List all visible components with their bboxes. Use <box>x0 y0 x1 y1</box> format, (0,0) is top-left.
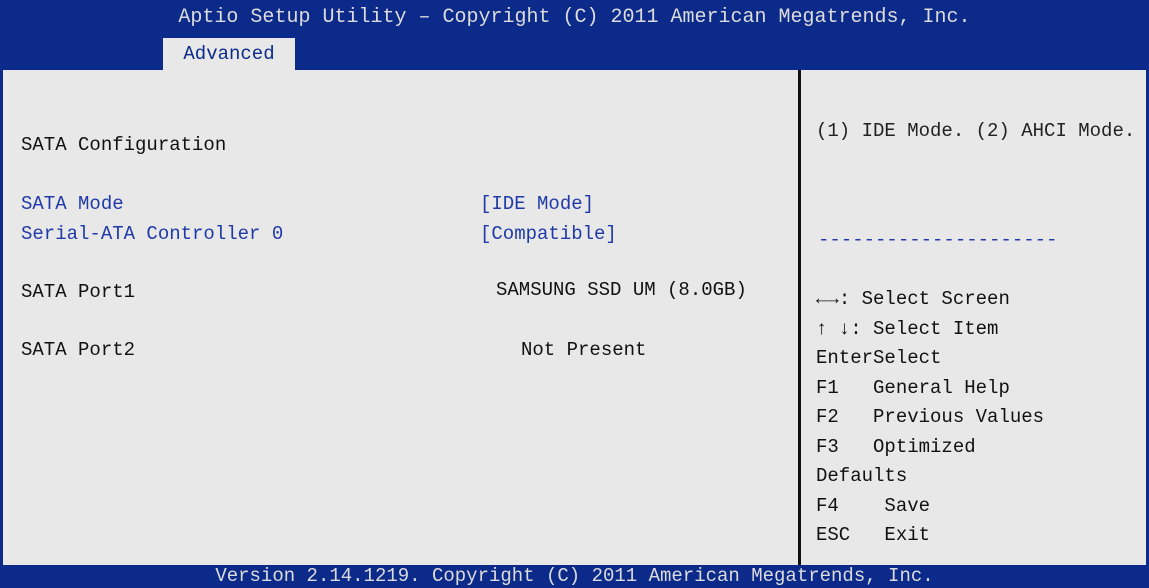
app-title: Aptio Setup Utility – Copyright (C) 2011… <box>178 6 971 29</box>
port1-label: SATA Port1 <box>21 281 136 303</box>
setting-sata-mode-label[interactable]: SATA Mode <box>21 193 124 215</box>
key-select-item: ↑ ↓: Select Item <box>816 317 999 340</box>
key-legend: ←→: Select Screen ↑ ↓: Select Item Enter… <box>816 285 1146 551</box>
key-f4-save: F4 Save <box>816 494 931 517</box>
tab-advanced[interactable]: Advanced <box>163 38 295 70</box>
key-f3-defaults: Defaults <box>816 465 908 487</box>
port2-label: SATA Port2 <box>21 339 136 361</box>
panel-divider <box>798 70 801 565</box>
key-f1-help: F1 General Help <box>816 376 1010 399</box>
section-title: SATA Configuration <box>21 134 227 156</box>
help-description: (1) IDE Mode. (2) AHCI Mode. <box>816 120 1136 142</box>
arrows-up-down-icon: ↑ ↓ <box>816 317 851 340</box>
setting-sata-mode-value[interactable]: [IDE Mode] <box>480 193 594 215</box>
arrows-left-right-icon: ←→ <box>816 288 839 310</box>
port2-value: Not Present <box>521 339 647 361</box>
key-select-screen: ←→: Select Screen <box>816 288 1010 310</box>
key-esc-exit: ESC Exit <box>816 524 931 546</box>
key-enter-select: EnterSelect <box>816 347 942 369</box>
key-f2-previous: F2 Previous Values <box>816 406 1045 428</box>
title-bar: Aptio Setup Utility – Copyright (C) 2011… <box>0 0 1149 70</box>
help-separator: --------------------- <box>818 229 1058 251</box>
key-f3-optimized: F3 Optimized <box>816 435 976 458</box>
setting-serial-ata-controller-label[interactable]: Serial-ATA Controller 0 <box>21 223 283 245</box>
port1-value: SAMSUNG SSD UM (8.0GB) <box>496 279 747 301</box>
footer-version: Version 2.14.1219. Copyright (C) 2011 Am… <box>0 565 1149 588</box>
setting-serial-ata-controller-value[interactable]: [Compatible] <box>480 223 617 245</box>
